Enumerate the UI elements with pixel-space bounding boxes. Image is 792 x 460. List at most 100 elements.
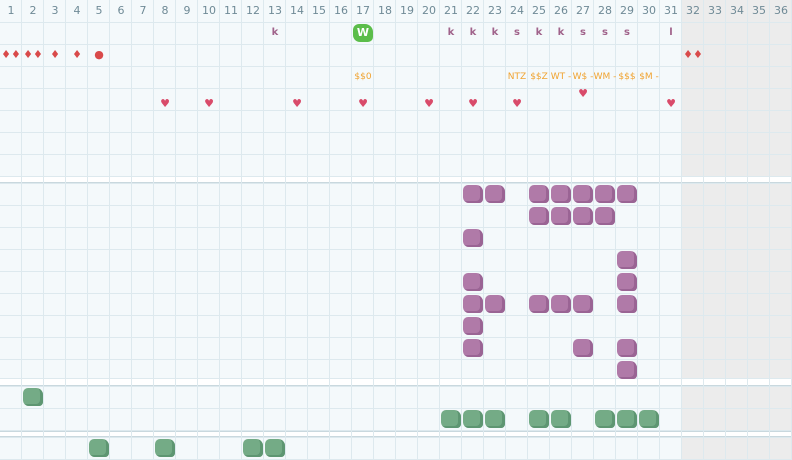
purple-entry-blob[interactable] bbox=[463, 185, 483, 203]
purple-entry-blob[interactable] bbox=[551, 185, 571, 203]
day-header[interactable]: 8 bbox=[154, 0, 176, 22]
green-entry-blob[interactable] bbox=[595, 410, 615, 428]
day-header[interactable]: 27 bbox=[572, 0, 594, 22]
green-entry-blob[interactable] bbox=[23, 388, 43, 406]
day-header[interactable]: 25 bbox=[528, 0, 550, 22]
green-entry-blob[interactable] bbox=[89, 439, 109, 457]
day-header[interactable]: 11 bbox=[220, 0, 242, 22]
purple-entry-blob[interactable] bbox=[529, 185, 549, 203]
purple-entry-blob[interactable] bbox=[463, 339, 483, 357]
day-header[interactable]: 13 bbox=[264, 0, 286, 22]
drop-icon: ♦ bbox=[50, 48, 60, 61]
green-entry-blob[interactable] bbox=[529, 410, 549, 428]
grid-line bbox=[769, 0, 770, 459]
purple-entry-blob[interactable] bbox=[617, 361, 637, 379]
letter-mark[interactable]: k bbox=[550, 22, 572, 44]
purple-entry-blob[interactable] bbox=[485, 185, 505, 203]
green-entry-blob[interactable] bbox=[265, 439, 285, 457]
grid-line bbox=[109, 0, 110, 459]
purple-entry-blob[interactable] bbox=[595, 207, 615, 225]
purple-entry-blob[interactable] bbox=[573, 185, 593, 203]
day-header[interactable]: 29 bbox=[616, 0, 638, 22]
day-header[interactable]: 24 bbox=[506, 0, 528, 22]
purple-entry-blob[interactable] bbox=[463, 229, 483, 247]
money-mark[interactable]: $$0 bbox=[350, 66, 376, 88]
purple-entry-blob[interactable] bbox=[485, 295, 505, 313]
green-entry-blob[interactable] bbox=[551, 410, 571, 428]
letter-mark[interactable]: s bbox=[594, 22, 616, 44]
purple-entry-blob[interactable] bbox=[617, 295, 637, 313]
day-header[interactable]: 2 bbox=[22, 0, 44, 22]
day-header[interactable]: 9 bbox=[176, 0, 198, 22]
drop-icon: ● bbox=[94, 48, 104, 61]
green-entry-blob[interactable] bbox=[155, 439, 175, 457]
day-header[interactable]: 30 bbox=[638, 0, 660, 22]
purple-entry-blob[interactable] bbox=[617, 185, 637, 203]
day-header[interactable]: 36 bbox=[770, 0, 792, 22]
day-header[interactable]: 10 bbox=[198, 0, 220, 22]
grid-line bbox=[329, 0, 330, 459]
day-header[interactable]: 6 bbox=[110, 0, 132, 22]
letter-mark[interactable]: k bbox=[264, 22, 286, 44]
grid-line bbox=[87, 0, 88, 459]
purple-entry-blob[interactable] bbox=[463, 295, 483, 313]
day-header[interactable]: 35 bbox=[748, 0, 770, 22]
green-entry-blob[interactable] bbox=[441, 410, 461, 428]
letter-mark[interactable]: k bbox=[440, 22, 462, 44]
day-header[interactable]: 34 bbox=[726, 0, 748, 22]
day-header[interactable]: 5 bbox=[88, 0, 110, 22]
day-header[interactable]: 31 bbox=[660, 0, 682, 22]
green-entry-blob[interactable] bbox=[617, 410, 637, 428]
day-header[interactable]: 18 bbox=[374, 0, 396, 22]
green-entry-blob[interactable] bbox=[243, 439, 263, 457]
purple-entry-blob[interactable] bbox=[573, 339, 593, 357]
w-badge[interactable]: W bbox=[353, 24, 373, 42]
letter-mark[interactable]: l bbox=[660, 22, 682, 44]
purple-entry-blob[interactable] bbox=[595, 185, 615, 203]
day-header[interactable]: 17 bbox=[352, 0, 374, 22]
letter-mark[interactable]: k bbox=[462, 22, 484, 44]
green-entry-blob[interactable] bbox=[485, 410, 505, 428]
letter-mark[interactable]: s bbox=[506, 22, 528, 44]
future-days-shade bbox=[682, 0, 792, 459]
letter-mark[interactable]: k bbox=[484, 22, 506, 44]
purple-entry-blob[interactable] bbox=[551, 295, 571, 313]
day-header[interactable]: 28 bbox=[594, 0, 616, 22]
money-mark[interactable]: $M - bbox=[636, 66, 662, 88]
purple-entry-blob[interactable] bbox=[573, 295, 593, 313]
day-header[interactable]: 23 bbox=[484, 0, 506, 22]
letter-mark[interactable]: k bbox=[528, 22, 550, 44]
purple-entry-blob[interactable] bbox=[573, 207, 593, 225]
section-divider bbox=[0, 176, 792, 183]
day-header[interactable]: 12 bbox=[242, 0, 264, 22]
letter-mark[interactable]: s bbox=[572, 22, 594, 44]
purple-entry-blob[interactable] bbox=[617, 339, 637, 357]
grid-line bbox=[307, 0, 308, 459]
day-header[interactable]: 14 bbox=[286, 0, 308, 22]
day-header[interactable]: 1 bbox=[0, 0, 22, 22]
purple-entry-blob[interactable] bbox=[463, 273, 483, 291]
day-header[interactable]: 3 bbox=[44, 0, 66, 22]
grid-line bbox=[197, 0, 198, 459]
purple-entry-blob[interactable] bbox=[617, 251, 637, 269]
purple-entry-blob[interactable] bbox=[551, 207, 571, 225]
green-entry-blob[interactable] bbox=[463, 410, 483, 428]
day-header[interactable]: 20 bbox=[418, 0, 440, 22]
grid-line bbox=[0, 88, 792, 89]
day-header[interactable]: 7 bbox=[132, 0, 154, 22]
day-header[interactable]: 19 bbox=[396, 0, 418, 22]
purple-entry-blob[interactable] bbox=[617, 273, 637, 291]
day-header[interactable]: 26 bbox=[550, 0, 572, 22]
purple-entry-blob[interactable] bbox=[529, 207, 549, 225]
day-header[interactable]: 16 bbox=[330, 0, 352, 22]
purple-entry-blob[interactable] bbox=[529, 295, 549, 313]
purple-entry-blob[interactable] bbox=[463, 317, 483, 335]
day-header[interactable]: 22 bbox=[462, 0, 484, 22]
day-header[interactable]: 33 bbox=[704, 0, 726, 22]
day-header[interactable]: 32 bbox=[682, 0, 704, 22]
day-header[interactable]: 21 bbox=[440, 0, 462, 22]
day-header[interactable]: 4 bbox=[66, 0, 88, 22]
day-header[interactable]: 15 bbox=[308, 0, 330, 22]
letter-mark[interactable]: s bbox=[616, 22, 638, 44]
green-entry-blob[interactable] bbox=[639, 410, 659, 428]
